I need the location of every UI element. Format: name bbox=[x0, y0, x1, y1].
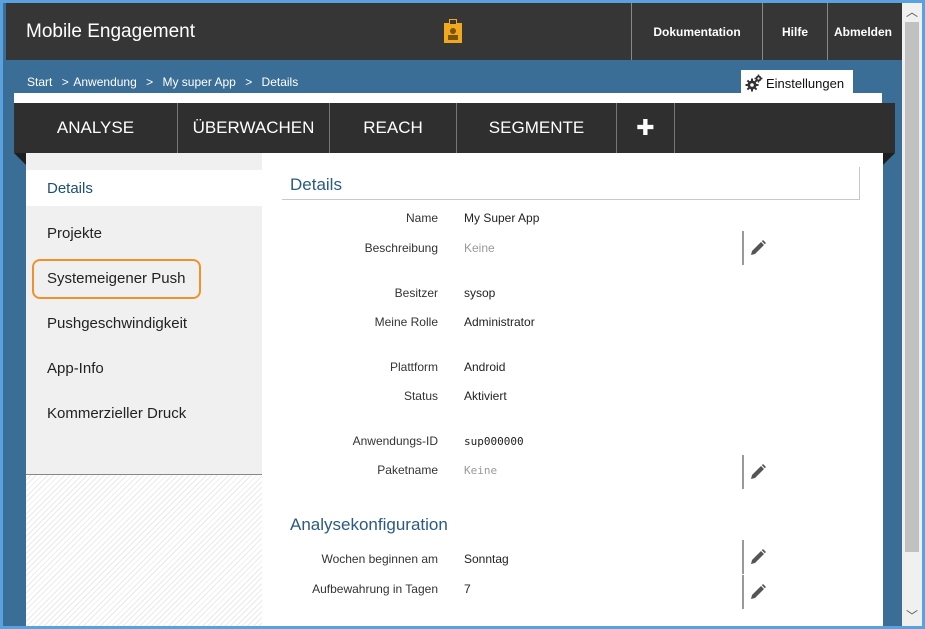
nav-logout[interactable]: Abmelden bbox=[827, 3, 902, 60]
edit-description-button[interactable] bbox=[742, 231, 772, 265]
breadcrumb-application[interactable]: Anwendung bbox=[73, 75, 136, 89]
nav-documentation[interactable]: Dokumentation bbox=[631, 3, 762, 60]
tab-notch-right bbox=[883, 153, 895, 165]
breadcrumb-start[interactable]: Start bbox=[27, 75, 52, 89]
breadcrumb: Start > Anwendung > My super App > Detai… bbox=[27, 75, 304, 89]
settings-label: Einstellungen bbox=[766, 75, 845, 91]
scroll-up-icon[interactable]: ︿ bbox=[902, 3, 922, 20]
name-value: My Super App bbox=[464, 211, 540, 225]
breadcrumb-separator: > bbox=[146, 75, 154, 89]
sidebar-hatch bbox=[26, 475, 262, 626]
description-label: Beschreibung bbox=[364, 241, 438, 255]
owner-label: Besitzer bbox=[394, 286, 438, 300]
sidebar-item-commercial-print[interactable]: Kommerzieller Druck bbox=[26, 395, 262, 431]
details-divider bbox=[282, 199, 860, 200]
scrollbar-thumb[interactable] bbox=[905, 22, 919, 552]
owner-value: sysop bbox=[464, 286, 496, 300]
tab-reach[interactable]: REACH bbox=[330, 103, 457, 153]
analytics-title: Analysekonfiguration bbox=[290, 515, 448, 534]
role-label: Meine Rolle bbox=[374, 315, 438, 329]
week-start-value: Sonntag bbox=[464, 552, 509, 566]
platform-label: Plattform bbox=[389, 360, 438, 374]
sidebar: Details Projekte Systemeigener Push Push… bbox=[26, 153, 262, 626]
details-divider-right bbox=[859, 167, 860, 199]
sidebar-item-projects[interactable]: Projekte bbox=[26, 215, 262, 251]
week-start-label: Wochen beginnen am bbox=[321, 552, 438, 566]
tab-monitoring[interactable]: ÜBERWACHEN bbox=[178, 103, 330, 153]
breadcrumb-separator: > bbox=[61, 75, 69, 89]
name-label: Name bbox=[405, 211, 438, 225]
status-value: Aktiviert bbox=[464, 389, 507, 403]
top-header: Mobile Engagement Dokumentation Hilfe Ab… bbox=[6, 3, 902, 60]
breadcrumb-separator: > bbox=[245, 75, 253, 89]
sidebar-item-app-info[interactable]: App-Info bbox=[26, 350, 262, 386]
package-label: Paketname bbox=[377, 463, 438, 477]
app-logo-icon bbox=[444, 19, 462, 43]
gear-icon bbox=[745, 74, 763, 92]
sidebar-item-push-speed[interactable]: Pushgeschwindigkeit bbox=[26, 305, 262, 341]
top-nav: Dokumentation Hilfe Abmelden bbox=[631, 3, 902, 60]
tab-analyse[interactable]: ANALYSE bbox=[14, 103, 178, 153]
app-title: Mobile Engagement bbox=[26, 21, 195, 42]
sidebar-menu: Details Projekte Systemeigener Push Push… bbox=[26, 153, 262, 475]
retention-label: Aufbewahrung in Tagen bbox=[312, 582, 438, 596]
tab-notch-left bbox=[14, 153, 26, 165]
breadcrumb-app[interactable]: My super App bbox=[162, 75, 235, 89]
scroll-down-icon[interactable]: ﹀ bbox=[902, 607, 922, 624]
package-value: Keine bbox=[464, 464, 498, 477]
edit-retention-button[interactable] bbox=[742, 575, 772, 609]
app-id-label: Anwendungs-ID bbox=[352, 434, 438, 448]
nav-help[interactable]: Hilfe bbox=[762, 3, 827, 60]
status-label: Status bbox=[403, 389, 438, 403]
details-title: Details bbox=[290, 175, 342, 194]
sidebar-item-native-push[interactable]: Systemeigener Push bbox=[26, 260, 262, 296]
pencil-icon bbox=[751, 584, 766, 599]
pencil-icon bbox=[751, 240, 766, 255]
pencil-icon bbox=[751, 549, 766, 564]
pencil-icon bbox=[751, 464, 766, 479]
main-tabs: ANALYSE ÜBERWACHEN REACH SEGMENTE ✚ bbox=[14, 103, 895, 153]
edit-week-start-button[interactable] bbox=[742, 540, 772, 574]
app-id-value: sup000000 bbox=[464, 435, 524, 448]
sidebar-item-details[interactable]: Details bbox=[26, 170, 262, 206]
description-value: Keine bbox=[464, 241, 495, 255]
vertical-scrollbar[interactable]: ︿ ﹀ bbox=[902, 3, 922, 626]
tab-segments[interactable]: SEGMENTE bbox=[457, 103, 617, 153]
breadcrumb-details: Details bbox=[261, 75, 299, 89]
platform-value: Android bbox=[464, 360, 506, 374]
add-tab-icon[interactable]: ✚ bbox=[617, 103, 675, 153]
retention-value: 7 bbox=[464, 582, 471, 596]
details-panel: Details Name My Super App Beschreibung K… bbox=[262, 153, 883, 626]
role-value: Administrator bbox=[464, 315, 535, 329]
edit-package-button[interactable] bbox=[742, 455, 772, 489]
